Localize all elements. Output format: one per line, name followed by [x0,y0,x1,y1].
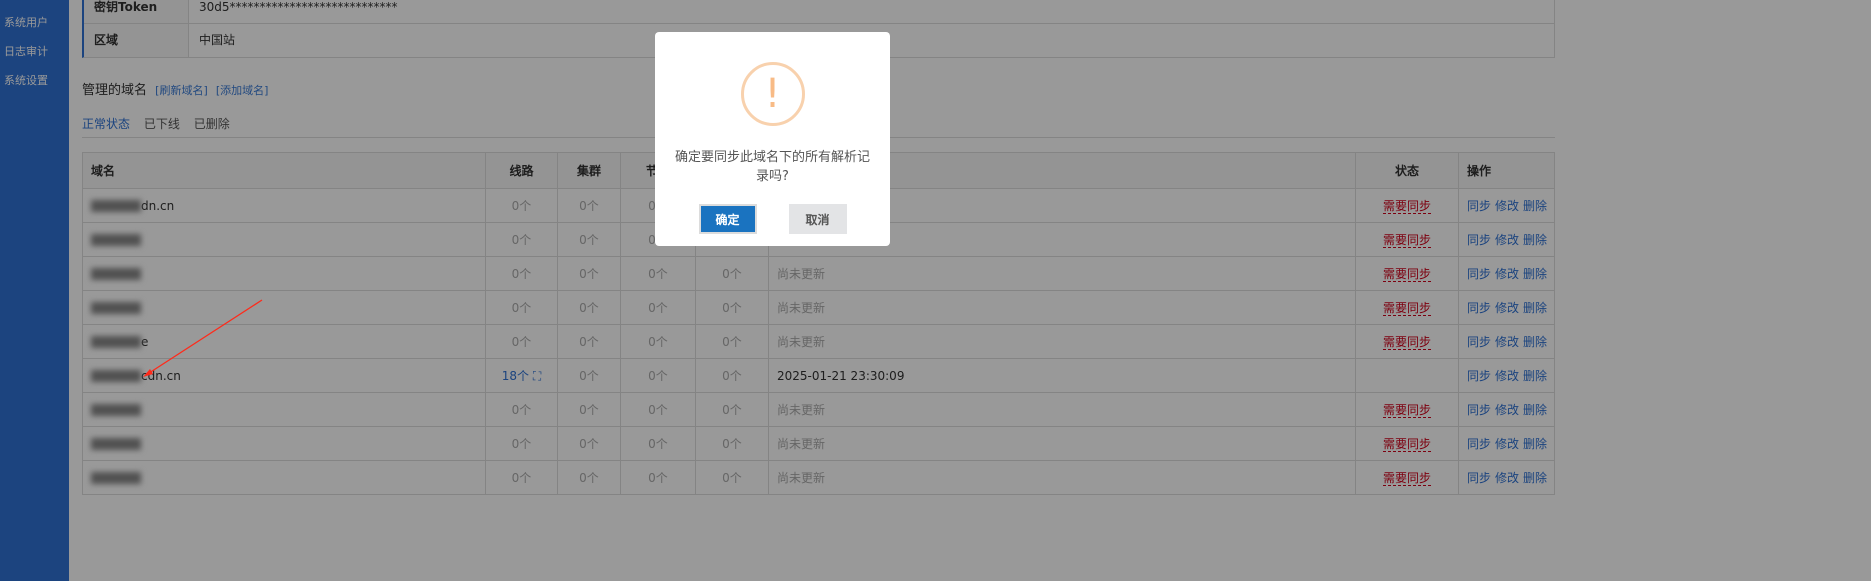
confirm-button[interactable]: 确定 [698,204,757,234]
annotation-arrow [143,299,263,377]
confirm-dialog: ! 确定要同步此域名下的所有解析记录吗? 确定 取消 [655,32,890,246]
cancel-button[interactable]: 取消 [788,204,847,234]
warning-icon: ! [740,62,805,126]
dialog-message: 确定要同步此域名下的所有解析记录吗? [674,150,870,184]
